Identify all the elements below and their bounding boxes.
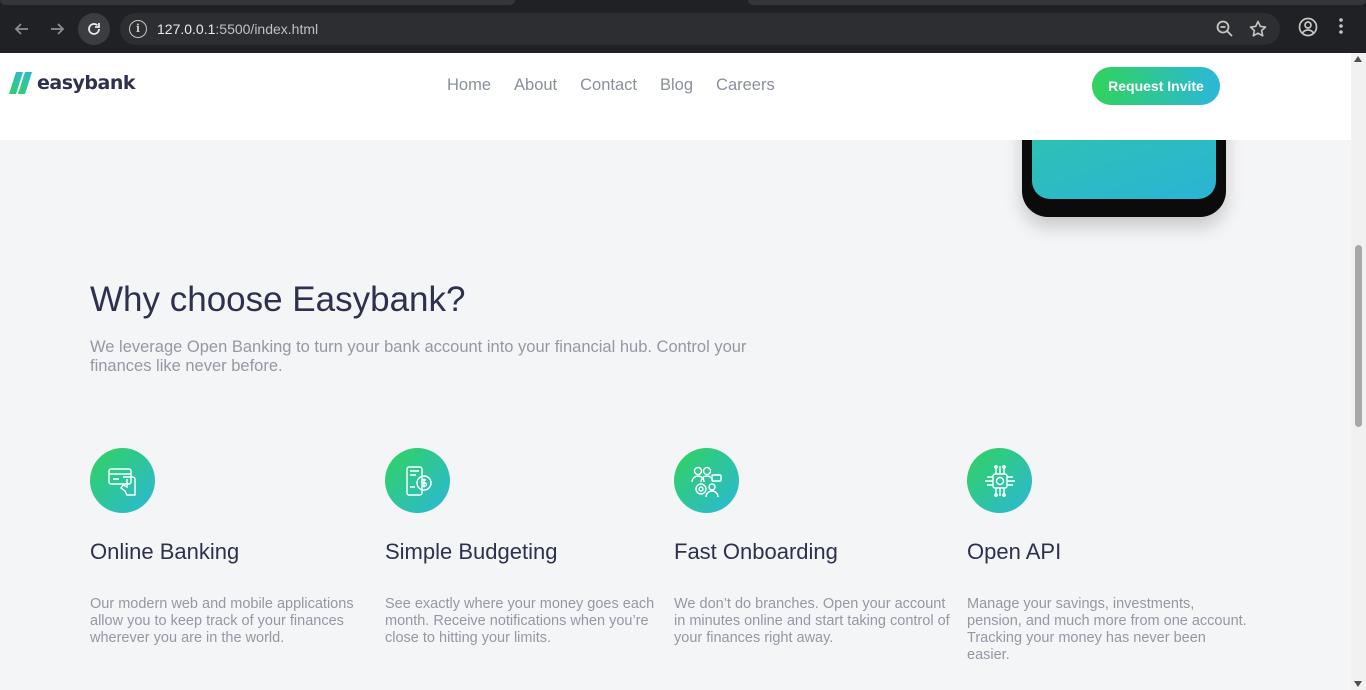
main-nav: Home About Contact Blog Careers xyxy=(447,76,798,95)
budgeting-icon xyxy=(385,448,450,513)
onboarding-icon xyxy=(674,448,739,513)
nav-contact[interactable]: Contact xyxy=(580,76,637,95)
address-url[interactable]: 127.0.0.1:5500/index.html xyxy=(157,21,318,37)
url-path: :5500/index.html xyxy=(215,21,319,37)
site-header: easybank Home About Contact Blog Careers… xyxy=(0,53,1351,140)
address-bar[interactable]: i 127.0.0.1:5500/index.html xyxy=(120,13,1280,45)
logo-text: easybank xyxy=(37,72,136,94)
nav-home[interactable]: Home xyxy=(447,76,491,95)
forward-arrow-icon[interactable] xyxy=(44,16,70,42)
feature-title: Simple Budgeting xyxy=(385,539,558,564)
feature-title: Open API xyxy=(967,539,1062,564)
feature-title: Fast Onboarding xyxy=(674,539,838,564)
browser-tab[interactable] xyxy=(0,0,515,5)
feature-text: Our modern web and mobile applications a… xyxy=(90,596,354,646)
scrollbar-thumb[interactable] xyxy=(1355,245,1362,427)
scroll-down-arrow-icon[interactable] xyxy=(1354,681,1362,687)
feature-title: Online Banking xyxy=(90,539,240,564)
online-banking-icon xyxy=(90,448,155,513)
feature-text: See exactly where your money goes each m… xyxy=(385,596,655,646)
feature-online-banking: Online Banking Our modern web and mobile… xyxy=(90,448,370,646)
back-arrow-icon[interactable] xyxy=(9,16,35,42)
easybank-logo[interactable]: easybank xyxy=(9,72,136,94)
page-viewport: easybank Home About Contact Blog Careers… xyxy=(0,53,1351,690)
browser-tab[interactable] xyxy=(748,0,1366,5)
request-invite-button[interactable]: Request Invite xyxy=(1092,67,1220,105)
scroll-up-arrow-icon[interactable] xyxy=(1354,56,1362,62)
feature-text: We don’t do branches. Open your account … xyxy=(674,596,950,646)
nav-about[interactable]: About xyxy=(514,76,557,95)
site-info-icon[interactable]: i xyxy=(129,20,147,38)
page-scrollbar[interactable] xyxy=(1351,53,1366,690)
feature-fast-onboarding: Fast Onboarding We don’t do branches. Op… xyxy=(674,448,954,646)
nav-careers[interactable]: Careers xyxy=(716,76,775,95)
tab-strip xyxy=(0,0,1366,8)
reload-icon[interactable] xyxy=(81,16,107,42)
menu-kebab-icon[interactable] xyxy=(1338,16,1350,40)
section-subtitle: We leverage Open Banking to turn your ba… xyxy=(90,338,747,375)
api-icon xyxy=(967,448,1032,513)
bookmark-star-icon[interactable] xyxy=(1248,19,1268,39)
profile-icon[interactable] xyxy=(1297,16,1321,40)
browser-toolbar: i 127.0.0.1:5500/index.html xyxy=(0,0,1366,53)
zoom-icon[interactable] xyxy=(1215,19,1235,39)
logo-mark-icon xyxy=(9,72,32,94)
nav-blog[interactable]: Blog xyxy=(660,76,693,95)
url-host: 127.0.0.1 xyxy=(157,21,216,37)
feature-text: Manage your savings, investments, pensio… xyxy=(967,596,1247,663)
feature-open-api: Open API Manage your savings, investment… xyxy=(967,448,1247,663)
feature-simple-budgeting: Simple Budgeting See exactly where your … xyxy=(385,448,665,646)
section-title: Why choose Easybank? xyxy=(90,280,466,319)
